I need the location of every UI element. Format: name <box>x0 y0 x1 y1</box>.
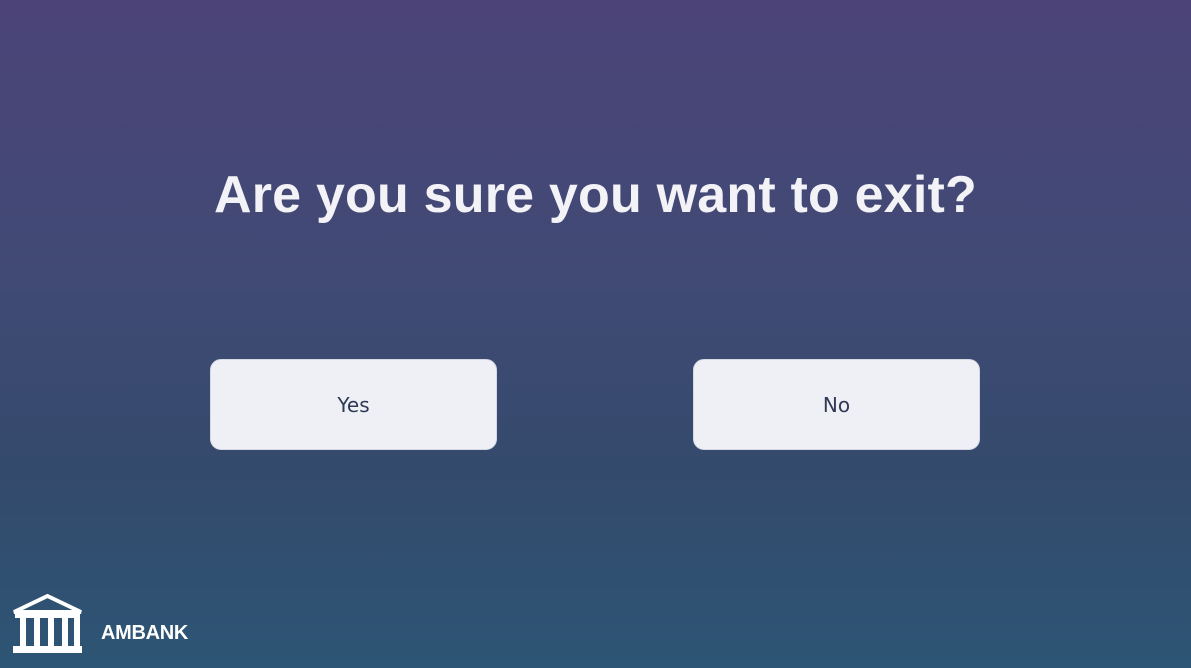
brand-logo: AMBANK <box>12 594 188 654</box>
no-button[interactable]: No <box>693 359 980 450</box>
no-button-label: No <box>822 392 851 417</box>
yes-button-label: Yes <box>337 392 370 417</box>
exit-confirmation-screen: Are you sure you want to exit? Yes No AM… <box>0 0 1191 668</box>
brand-name: AMBANK <box>101 621 189 644</box>
exit-question-heading: Are you sure you want to exit? <box>213 166 978 224</box>
yes-button[interactable]: Yes <box>210 359 497 450</box>
bank-building-icon <box>13 594 82 653</box>
